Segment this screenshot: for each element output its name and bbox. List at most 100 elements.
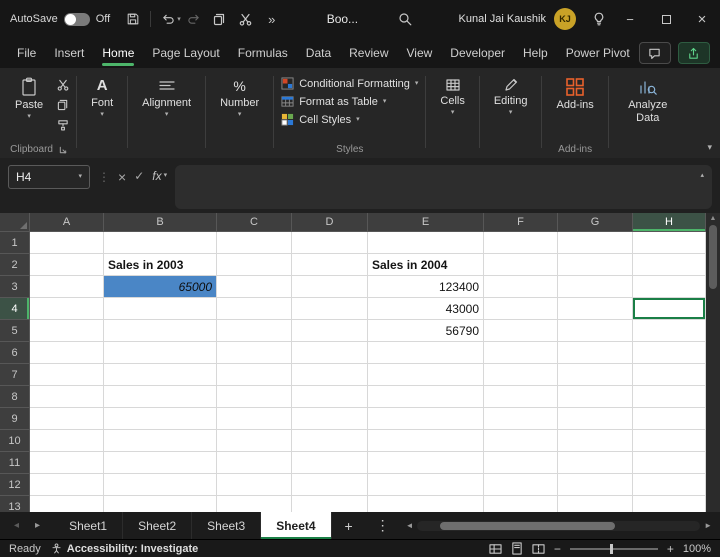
cell-d10[interactable] [292,430,368,452]
lightbulb-icon[interactable] [586,6,612,32]
zoom-slider-thumb[interactable] [610,544,613,554]
cell-c3[interactable] [217,276,292,298]
cell-a11[interactable] [30,452,104,474]
formula-input[interactable]: ▴ [175,165,712,209]
column-header-c[interactable]: C [217,213,292,232]
cell-h6[interactable] [633,342,706,364]
scroll-right-icon[interactable]: ► [704,521,712,530]
cell-e5[interactable]: 56790 [368,320,484,342]
conditional-formatting-button[interactable]: Conditional Formatting ▾ [281,77,418,90]
cell-e7[interactable] [368,364,484,386]
collapse-ribbon-button[interactable]: ▾ [707,142,712,153]
cell-b6[interactable] [104,342,217,364]
account-button[interactable]: Kunal Jai Kaushik KJ [449,8,586,30]
cell-h10[interactable] [633,430,706,452]
cell-e13[interactable] [368,496,484,512]
sheet-tab-sheet1[interactable]: Sheet1 [54,512,123,539]
cell-b5[interactable] [104,320,217,342]
row-header-11[interactable]: 11 [0,452,30,474]
addins-button[interactable]: Add-ins [549,74,600,115]
drag-handle-icon[interactable]: ⋮ [98,165,110,184]
save-icon[interactable] [120,6,146,32]
cell-d2[interactable] [292,254,368,276]
menu-item-home[interactable]: Home [93,40,143,67]
comments-button[interactable] [639,42,671,64]
cell-a7[interactable] [30,364,104,386]
cell-b10[interactable] [104,430,217,452]
cell-b1[interactable] [104,232,217,254]
cell-h4[interactable] [633,298,706,320]
cell-b12[interactable] [104,474,217,496]
cell-c5[interactable] [217,320,292,342]
cell-d12[interactable] [292,474,368,496]
row-header-1[interactable]: 1 [0,232,30,254]
cell-b3[interactable]: 65000 [104,276,217,298]
cell-g1[interactable] [558,232,633,254]
menu-item-developer[interactable]: Developer [441,40,514,67]
cell-a4[interactable] [30,298,104,320]
cell-g13[interactable] [558,496,633,512]
zoom-level[interactable]: 100% [683,543,711,555]
column-header-b[interactable]: B [104,213,217,232]
cell-a5[interactable] [30,320,104,342]
cell-f11[interactable] [484,452,558,474]
cut-icon[interactable] [57,79,69,91]
cell-d4[interactable] [292,298,368,320]
cell-c13[interactable] [217,496,292,512]
menu-item-view[interactable]: View [398,40,442,67]
cell-f9[interactable] [484,408,558,430]
cell-c10[interactable] [217,430,292,452]
cell-g11[interactable] [558,452,633,474]
cell-b8[interactable] [104,386,217,408]
cell-f4[interactable] [484,298,558,320]
cell-d7[interactable] [292,364,368,386]
cell-a6[interactable] [30,342,104,364]
normal-view-icon[interactable] [489,543,502,555]
cell-d13[interactable] [292,496,368,512]
cell-b4[interactable] [104,298,217,320]
cell-a3[interactable] [30,276,104,298]
copy-icon[interactable] [57,99,69,111]
analyze-data-button[interactable]: Analyze Data [616,74,680,127]
name-box[interactable]: H4 ▾ [8,165,90,189]
cell-g4[interactable] [558,298,633,320]
share-button[interactable] [678,42,710,64]
menu-item-help[interactable]: Help [514,40,557,67]
cell-a1[interactable] [30,232,104,254]
cancel-icon[interactable]: × [118,165,126,185]
copy-icon[interactable] [207,6,233,32]
format-as-table-button[interactable]: Format as Table ▾ [281,95,418,108]
row-header-7[interactable]: 7 [0,364,30,386]
cell-e9[interactable] [368,408,484,430]
autosave-control[interactable]: AutoSave Off [10,13,110,26]
cell-b11[interactable] [104,452,217,474]
cell-c12[interactable] [217,474,292,496]
row-header-13[interactable]: 13 [0,496,30,512]
column-header-h[interactable]: H [633,213,706,232]
cell-f8[interactable] [484,386,558,408]
cell-e10[interactable] [368,430,484,452]
column-header-d[interactable]: D [292,213,368,232]
alignment-button[interactable]: Alignment ▾ [135,74,198,121]
cell-f5[interactable] [484,320,558,342]
cell-c7[interactable] [217,364,292,386]
row-header-8[interactable]: 8 [0,386,30,408]
cell-e8[interactable] [368,386,484,408]
cells-button[interactable]: Cells ▾ [433,74,471,119]
row-header-3[interactable]: 3 [0,276,30,298]
cell-g12[interactable] [558,474,633,496]
paste-button[interactable]: Paste ▾ [8,74,50,123]
cell-d11[interactable] [292,452,368,474]
column-header-a[interactable]: A [30,213,104,232]
cell-a8[interactable] [30,386,104,408]
cell-h2[interactable] [633,254,706,276]
vertical-scrollbar[interactable]: ▲ [706,213,720,512]
page-break-view-icon[interactable] [532,543,545,555]
cell-f12[interactable] [484,474,558,496]
cell-g2[interactable] [558,254,633,276]
cell-a10[interactable] [30,430,104,452]
cell-e6[interactable] [368,342,484,364]
cell-b13[interactable] [104,496,217,512]
column-header-e[interactable]: E [368,213,484,232]
add-sheet-button[interactable]: + [332,512,366,539]
